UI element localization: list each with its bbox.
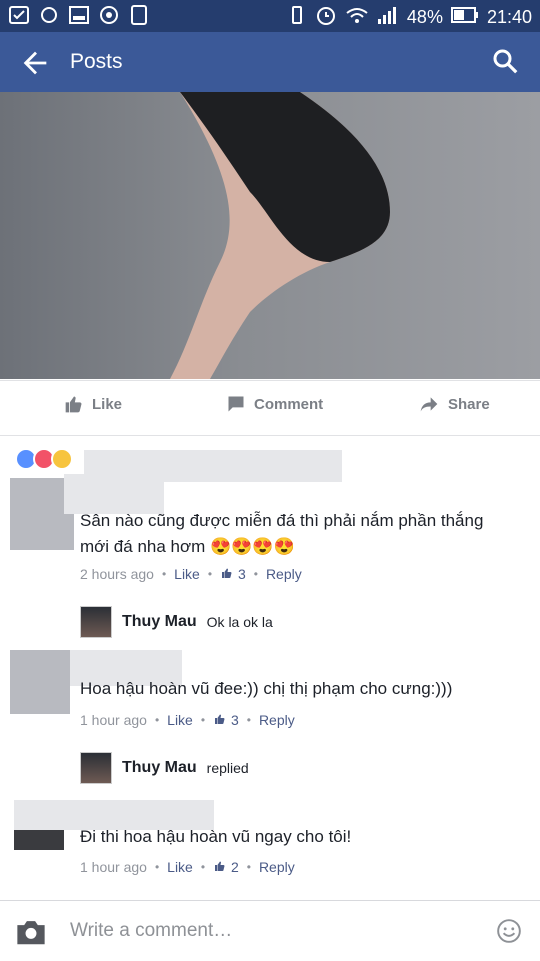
comment-line: mới đá nha hơm 😍😍😍😍 <box>80 537 295 556</box>
like-count-value: 2 <box>230 859 239 875</box>
separator-dot: • <box>207 567 213 581</box>
reaction-icons <box>15 448 73 470</box>
thumbs-up-icon <box>215 861 225 871</box>
emoji-icon[interactable] <box>496 918 522 944</box>
reply-text: replied <box>206 760 249 776</box>
wifi-icon <box>345 5 369 30</box>
comment-meta: 1 hour ago • Like • 3 • Reply <box>80 712 295 728</box>
share-icon <box>420 397 438 412</box>
status-icons-left <box>8 5 150 25</box>
battery-icon <box>450 7 479 28</box>
comment-line: Sân nào cũng được miễn đá thì phải nắm p… <box>80 511 484 530</box>
reactions-summary[interactable] <box>14 446 78 472</box>
comment-time: 1 hour ago <box>80 712 147 728</box>
share-label: Share <box>448 395 490 413</box>
comment-like-button[interactable]: Like <box>167 712 193 728</box>
reply-preview[interactable]: Thuy Mau replied <box>80 752 249 784</box>
thumbs-up-icon <box>222 568 232 578</box>
sync-icon <box>38 5 60 25</box>
clock: 21:40 <box>486 7 532 27</box>
signal-icon <box>377 5 399 30</box>
comment-like-button[interactable]: Like <box>167 859 193 875</box>
separator-dot: • <box>246 713 251 727</box>
reply-text: Ok la ok la <box>206 614 273 630</box>
comment-button[interactable]: Comment <box>226 394 323 414</box>
checkbox-icon <box>8 5 30 25</box>
separator-dot: • <box>154 860 160 874</box>
thumbs-up-icon <box>65 396 82 413</box>
reply-avatar <box>80 606 112 638</box>
comment-like-count[interactable]: 3 <box>220 566 246 582</box>
comment-line: Hoa hậu hoàn vũ đee:)) chị thị phạm cho … <box>80 679 453 698</box>
comment-meta: 2 hours ago • Like • 3 • Reply <box>80 566 302 582</box>
comment-time: 1 hour ago <box>80 859 147 875</box>
comment-text: Hoa hậu hoàn vũ đee:)) chị thị phạm cho … <box>80 676 520 702</box>
comment-like-count[interactable]: 2 <box>213 859 239 875</box>
like-button[interactable]: Like <box>64 394 122 414</box>
comment-label: Comment <box>254 395 324 413</box>
like-label: Like <box>92 395 123 413</box>
post-photo[interactable] <box>0 92 540 379</box>
alarm-icon <box>315 4 337 31</box>
post-actions-bar: Like Comment Share <box>0 380 540 436</box>
share-button[interactable]: Share <box>418 394 490 414</box>
page-title: Posts <box>70 50 123 73</box>
back-arrow-icon[interactable] <box>18 46 52 80</box>
comment-meta: 1 hour ago • Like • 2 • Reply <box>80 859 295 875</box>
reply-name: Thuy Mau <box>122 613 197 630</box>
separator-dot: • <box>161 567 167 581</box>
camera-icon[interactable] <box>14 917 48 947</box>
comment-reply-button[interactable]: Reply <box>259 712 295 728</box>
comment-time: 2 hours ago <box>80 566 154 582</box>
reply-avatar <box>80 752 112 784</box>
status-icons-right: 48% 21:40 <box>287 4 532 31</box>
search-icon[interactable] <box>490 46 520 76</box>
comment-text: Đi thi hoa hậu hoàn vũ ngay cho tôi! <box>80 824 520 850</box>
separator-dot: • <box>200 860 206 874</box>
status-bar: 48% 21:40 <box>0 0 540 32</box>
vibrate-icon <box>287 5 307 30</box>
comment-like-button[interactable]: Like <box>174 566 200 582</box>
camera-shutter-icon <box>98 5 120 25</box>
like-count-value: 3 <box>237 566 246 582</box>
comment-icon <box>228 396 244 412</box>
comment-text: Sân nào cũng được miễn đá thì phải nắm p… <box>80 508 520 560</box>
like-count-value: 3 <box>230 712 239 728</box>
comment-composer: Write a comment… <box>0 900 540 961</box>
thumbs-up-icon <box>215 714 225 724</box>
separator-dot: • <box>253 567 258 581</box>
separator-dot: • <box>154 713 160 727</box>
app-bar: Posts <box>0 32 540 92</box>
reply-name: Thuy Mau <box>122 759 197 776</box>
commenter-avatar[interactable] <box>10 650 70 714</box>
comment-like-count[interactable]: 3 <box>213 712 239 728</box>
comment-reply-button[interactable]: Reply <box>259 859 295 875</box>
separator-dot: • <box>246 860 251 874</box>
comment-input[interactable]: Write a comment… <box>70 920 232 942</box>
battery-percent: 48% <box>406 7 443 27</box>
comment-line: Đi thi hoa hậu hoàn vũ ngay cho tôi! <box>80 827 352 846</box>
separator-dot: • <box>200 713 206 727</box>
reply-preview[interactable]: Thuy Mau Ok la ok la <box>80 606 273 638</box>
storage-icon <box>128 5 150 25</box>
image-icon <box>68 5 90 25</box>
comment-reply-button[interactable]: Reply <box>266 566 302 582</box>
